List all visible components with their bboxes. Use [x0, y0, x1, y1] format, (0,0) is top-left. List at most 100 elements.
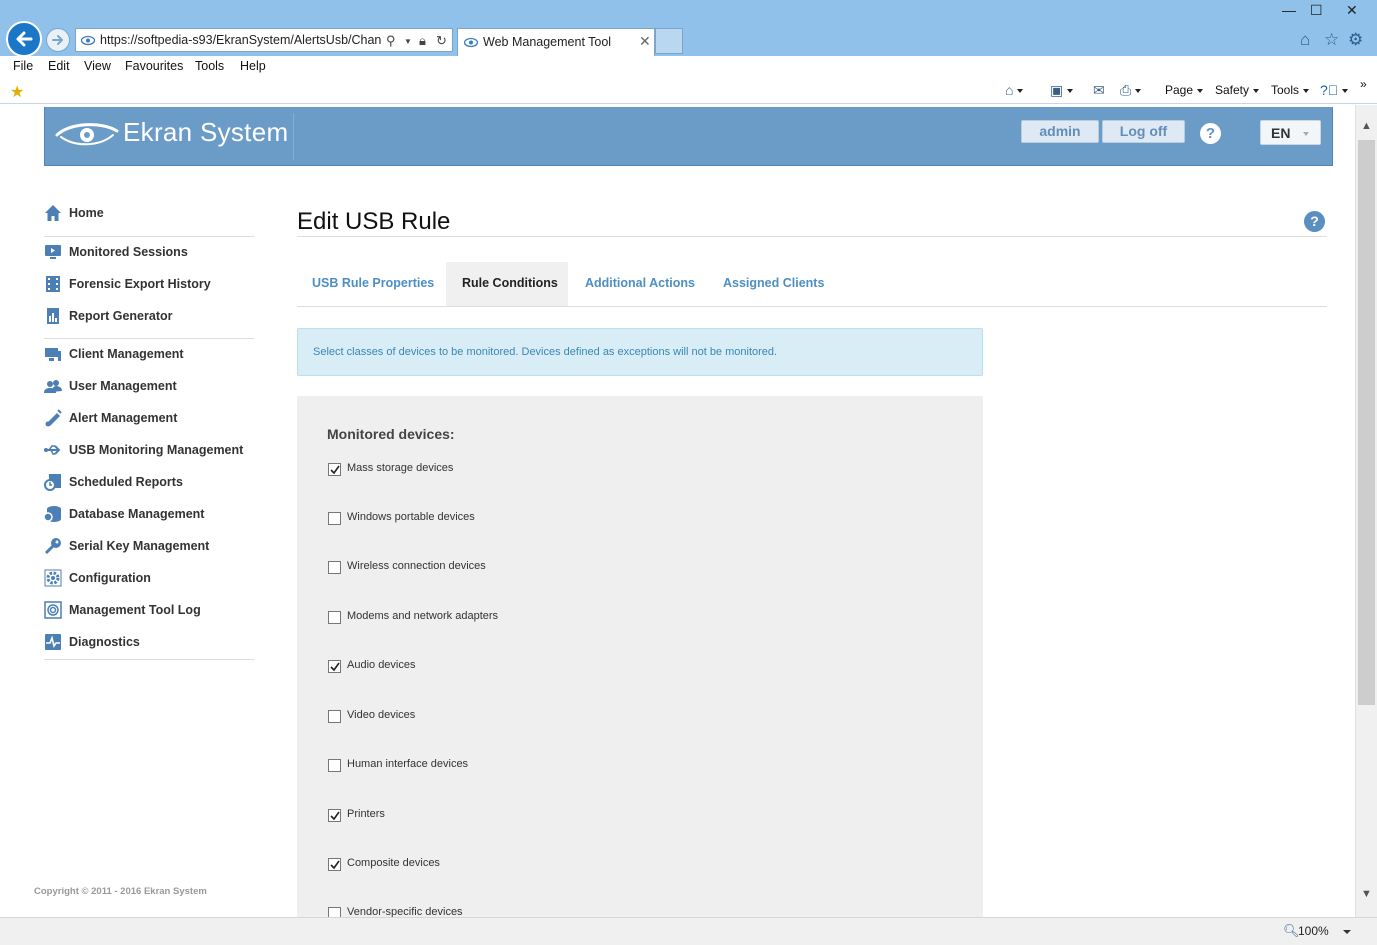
- logoff-button[interactable]: Log off: [1102, 120, 1185, 143]
- tab-rule-conditions[interactable]: Rule Conditions: [446, 262, 568, 306]
- safety-menu-label: Safety: [1215, 83, 1250, 97]
- menu-file[interactable]: File: [13, 59, 33, 73]
- zoom-level[interactable]: 100%: [1298, 924, 1329, 938]
- dropdown-caret-icon[interactable]: ▼: [404, 37, 412, 46]
- home-icon[interactable]: ⌂: [1005, 82, 1024, 98]
- sidebar-item-management-tool-log[interactable]: Management Tool Log: [44, 600, 258, 622]
- sidebar-item-database-management[interactable]: Database Management: [44, 504, 258, 526]
- arrow-right-icon: [52, 35, 63, 45]
- checkmark-icon: [330, 811, 340, 821]
- scrollbar-thumb[interactable]: [1358, 140, 1375, 705]
- favorites-star-icon[interactable]: ☆: [1324, 30, 1339, 50]
- ekran-eye-logo-icon: [55, 123, 119, 146]
- menu-favourites[interactable]: Favourites: [125, 59, 183, 73]
- checkbox[interactable]: [328, 561, 341, 574]
- sidebar-item-alert-management[interactable]: Alert Management: [44, 408, 258, 430]
- add-favorites-icon[interactable]: ★: [10, 82, 24, 102]
- sidebar-divider: [44, 236, 254, 237]
- checkbox[interactable]: [328, 759, 341, 772]
- device-option-label: Printers: [347, 808, 385, 820]
- menu-view[interactable]: View: [84, 59, 111, 73]
- menu-help[interactable]: Help: [240, 59, 266, 73]
- sidebar-item-configuration[interactable]: Configuration: [44, 568, 258, 590]
- home-icon[interactable]: ⌂: [1300, 30, 1310, 50]
- device-option-label: Audio devices: [347, 659, 416, 671]
- sidebar-item-diagnostics[interactable]: Diagnostics: [44, 632, 258, 654]
- users-icon: [44, 380, 62, 393]
- sidebar-item-forensic-export-history[interactable]: Forensic Export History: [44, 274, 258, 296]
- browser-tab-active[interactable]: Web Management Tool ✕: [457, 28, 655, 56]
- back-button[interactable]: [6, 21, 42, 57]
- sidebar-item-scheduled-reports[interactable]: Scheduled Reports: [44, 472, 258, 494]
- device-option-label: Mass storage devices: [347, 462, 454, 474]
- page-help-icon[interactable]: ?: [1304, 211, 1325, 232]
- chevron-down-icon[interactable]: [1343, 930, 1351, 934]
- devices-heading: Monitored devices:: [327, 426, 455, 442]
- address-bar[interactable]: https://softpedia-s93/EkranSystem/Alerts…: [75, 28, 453, 52]
- safety-menu[interactable]: Safety: [1215, 83, 1260, 97]
- chevron-more-icon[interactable]: »: [1360, 77, 1367, 91]
- checkbox[interactable]: [328, 710, 341, 723]
- database-icon: [44, 506, 61, 522]
- sidebar-item-client-management[interactable]: Client Management: [44, 344, 258, 366]
- minimize-icon[interactable]: —: [1282, 2, 1296, 18]
- settings-gear-icon[interactable]: ⚙: [1348, 30, 1363, 50]
- refresh-icon[interactable]: ↻: [436, 33, 447, 49]
- tab-additional-actions[interactable]: Additional Actions: [569, 262, 711, 306]
- sidebar-item-serial-key-management[interactable]: Serial Key Management: [44, 536, 258, 558]
- sidebar-item-usb-monitoring-management[interactable]: USB Monitoring Management: [44, 440, 258, 462]
- user-button[interactable]: admin: [1021, 120, 1099, 143]
- tab-assigned-clients[interactable]: Assigned Clients: [707, 262, 840, 306]
- checkbox[interactable]: [328, 611, 341, 624]
- checkbox[interactable]: [328, 512, 341, 525]
- scroll-down-icon[interactable]: ▼: [1361, 888, 1372, 900]
- checkbox[interactable]: [328, 463, 341, 476]
- new-tab-button[interactable]: [655, 28, 683, 54]
- tools-menu[interactable]: Tools: [1271, 83, 1310, 97]
- checkbox[interactable]: [328, 809, 341, 822]
- maximize-icon[interactable]: ☐: [1310, 2, 1323, 19]
- sidebar-item-label: Report Generator: [69, 309, 173, 323]
- info-alert: Select classes of devices to be monitore…: [297, 328, 983, 376]
- sidebar-item-user-management[interactable]: User Management: [44, 376, 258, 398]
- tab-usb-rule-properties[interactable]: USB Rule Properties: [296, 262, 450, 306]
- sidebar-item-label: Client Management: [69, 347, 184, 361]
- scheduled-report-icon: [44, 474, 61, 491]
- logo-divider: [293, 113, 294, 160]
- mail-icon[interactable]: ✉: [1093, 82, 1105, 99]
- language-select[interactable]: EN: [1260, 120, 1321, 145]
- sidebar-item-label: Configuration: [69, 571, 151, 585]
- device-option-label: Vendor-specific devices: [347, 906, 463, 917]
- forward-button[interactable]: [46, 28, 70, 52]
- menu-edit[interactable]: Edit: [48, 59, 70, 73]
- checkbox[interactable]: [328, 907, 341, 917]
- sidebar-divider: [44, 659, 254, 660]
- site-eye-icon: [81, 35, 95, 46]
- vertical-scrollbar[interactable]: ▲ ▼: [1355, 105, 1377, 917]
- page-title: Edit USB Rule: [297, 208, 451, 235]
- header-help-icon[interactable]: ?: [1200, 123, 1221, 144]
- sidebar-item-label: USB Monitoring Management: [69, 443, 244, 457]
- report-icon: [47, 308, 59, 324]
- feed-icon[interactable]: ▣: [1050, 82, 1074, 99]
- menu-tools[interactable]: Tools: [195, 59, 224, 73]
- close-window-icon[interactable]: ✕: [1346, 2, 1358, 19]
- page-menu[interactable]: Page: [1165, 83, 1204, 97]
- address-url[interactable]: https://softpedia-s93/EkranSystem/Alerts…: [100, 33, 382, 47]
- close-tab-icon[interactable]: ✕: [639, 33, 651, 50]
- help-circle-icon[interactable]: ?⃝: [1320, 82, 1349, 98]
- checkbox[interactable]: [328, 660, 341, 673]
- title-divider: [297, 236, 1327, 237]
- lock-icon[interactable]: 🔒︎: [419, 33, 426, 49]
- sidebar-item-monitored-sessions[interactable]: Monitored Sessions: [44, 242, 258, 264]
- tabs-divider: [297, 306, 1327, 307]
- checkbox[interactable]: [328, 858, 341, 871]
- scroll-up-icon[interactable]: ▲: [1361, 120, 1372, 132]
- search-icon[interactable]: ⚲: [386, 33, 396, 49]
- print-icon[interactable]: ⎙: [1120, 82, 1142, 99]
- monitor-play-icon: [45, 245, 61, 259]
- sidebar-item-home[interactable]: Home: [44, 203, 258, 225]
- diagnostics-icon: [45, 634, 61, 650]
- sidebar-item-label: Database Management: [69, 507, 205, 521]
- sidebar-item-report-generator[interactable]: Report Generator: [44, 306, 258, 328]
